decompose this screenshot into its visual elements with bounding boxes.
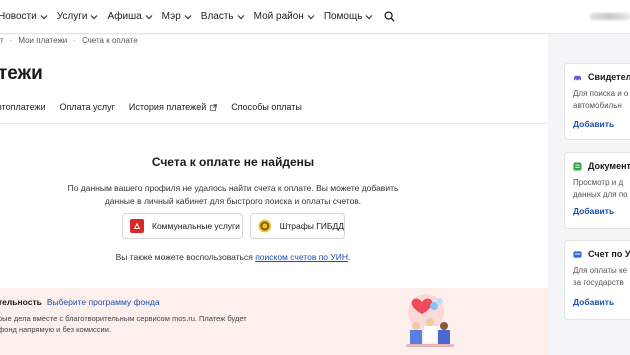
add-vehicle-cert-button[interactable]: Добавить bbox=[573, 119, 614, 129]
top-nav: Новости Услуги Афиша Мэр Власть Мой райо… bbox=[0, 0, 630, 34]
card-header: Документ bbox=[573, 161, 630, 171]
sidebar-card-uin-bill: Счет по УИ Для оплаты ке за государств До… bbox=[564, 240, 630, 320]
card-header: Счет по УИ bbox=[573, 249, 630, 259]
nav-item-my-district[interactable]: Мой район bbox=[254, 11, 315, 22]
chevron-down-icon bbox=[366, 14, 373, 19]
charity-line: фонд напрямую и без комиссии. bbox=[0, 325, 112, 334]
uin-hint-suffix: . bbox=[348, 252, 351, 262]
tab-label: История платежей bbox=[128, 102, 207, 112]
chevron-down-icon bbox=[145, 14, 153, 19]
chevron-down-icon bbox=[184, 14, 192, 19]
page-title: тежи bbox=[0, 63, 43, 84]
main-content: т · Мои платежи · Счета к оплате тежи вт… bbox=[0, 35, 548, 355]
tab-payment-methods[interactable]: Способы оплаты bbox=[231, 102, 302, 112]
add-uin-bill-button[interactable]: Добавить bbox=[573, 297, 614, 307]
add-documents-button[interactable]: Добавить bbox=[573, 206, 614, 216]
card-title: Счет по УИ bbox=[588, 249, 630, 259]
card-text: Для оплаты ке за государств bbox=[573, 265, 627, 289]
nav-item-mayor[interactable]: Мэр bbox=[162, 11, 192, 22]
traffic-fines-label: Штрафы ГИБДД bbox=[279, 221, 344, 231]
card-title: Документ bbox=[588, 161, 630, 171]
nav-item-label: Афиша bbox=[107, 11, 142, 22]
nav-item-label: Помощь bbox=[323, 11, 363, 22]
nav-item-government[interactable]: Власть bbox=[201, 11, 245, 22]
traffic-fines-button[interactable]: Штрафы ГИБДД bbox=[250, 213, 345, 239]
nav-item-label: Мэр bbox=[161, 11, 181, 22]
tab-autopayments[interactable]: втоплатежи bbox=[0, 102, 46, 112]
tab-label: Способы оплаты bbox=[231, 102, 302, 112]
chevron-down-icon bbox=[40, 14, 48, 19]
empty-desc-line: По данным вашего профиля не удалось найт… bbox=[67, 183, 399, 193]
card-text-line: Для поиска и о bbox=[573, 89, 629, 98]
external-link-icon bbox=[210, 103, 218, 111]
tab-label: Оплата услуг bbox=[59, 102, 115, 112]
nav-item-label: Власть bbox=[200, 11, 234, 22]
document-icon bbox=[573, 161, 582, 171]
nav-item-afisha[interactable]: Афиша bbox=[107, 11, 153, 22]
moscow-emblem-icon bbox=[130, 219, 144, 233]
breadcrumb-separator: · bbox=[9, 36, 13, 45]
tabs: втоплатежи Оплата услуг История платежей… bbox=[0, 102, 302, 112]
gibdd-emblem-icon bbox=[258, 219, 272, 233]
card-text: Просмотр и д данных для по bbox=[573, 177, 628, 201]
breadcrumb-item-current: Счета к оплате bbox=[81, 36, 138, 45]
nav-item-label: Новости bbox=[0, 11, 37, 22]
nav-item-services[interactable]: Услуги bbox=[57, 11, 99, 22]
tab-service-payment[interactable]: Оплата услуг bbox=[60, 102, 115, 112]
card-text: Для поиска и о автомобильн bbox=[573, 88, 628, 112]
charity-banner: тельность Выберите программу фонда рые де… bbox=[0, 288, 548, 355]
nav-item-label: Услуги bbox=[56, 11, 88, 22]
charity-program-link[interactable]: Выберите программу фонда bbox=[47, 297, 160, 307]
search-icon[interactable] bbox=[384, 11, 396, 22]
card-text-line: за государств bbox=[573, 278, 624, 287]
tab-payment-history[interactable]: История платежей bbox=[128, 102, 218, 112]
uin-search-link[interactable]: поиском счетов по УИН bbox=[255, 252, 348, 262]
sidebar-card-documents: Документ Просмотр и д данных для по Добав… bbox=[564, 152, 630, 229]
card-text-line: Просмотр и д bbox=[573, 178, 624, 187]
uin-search-hint: Вы также можете воспользоваться поиском … bbox=[0, 252, 466, 262]
bill-icon bbox=[573, 250, 582, 258]
nav-item-news[interactable]: Новости bbox=[0, 11, 48, 22]
user-menu[interactable] bbox=[590, 13, 630, 20]
utility-services-button[interactable]: Коммунальные услуги bbox=[122, 213, 243, 239]
empty-state-title: Счета к оплате не найдены bbox=[151, 155, 315, 169]
card-title: Свидетел bbox=[588, 72, 630, 82]
nav-item-help[interactable]: Помощь bbox=[324, 11, 374, 22]
chevron-down-icon bbox=[307, 14, 315, 19]
card-text-line: данных для по bbox=[573, 190, 628, 199]
breadcrumb: т · Мои платежи · Счета к оплате bbox=[0, 36, 138, 45]
breadcrumb-item[interactable]: т bbox=[0, 36, 4, 45]
card-text-line: автомобильн bbox=[573, 101, 622, 110]
page: Новости Услуги Афиша Мэр Власть Мой райо… bbox=[0, 0, 630, 355]
charity-description: рые дела вместе с благотворительным серв… bbox=[0, 313, 258, 335]
tabs-divider bbox=[0, 123, 548, 124]
charity-header: тельность Выберите программу фонда bbox=[0, 297, 160, 307]
breadcrumb-item[interactable]: Мои платежи bbox=[18, 36, 67, 45]
uin-hint-prefix: Вы также можете воспользоваться bbox=[115, 252, 256, 262]
car-icon bbox=[573, 75, 582, 81]
card-text-line: Для оплаты ке bbox=[573, 266, 628, 275]
empty-state-description: По данным вашего профиля не удалось найт… bbox=[56, 182, 410, 208]
charity-line: рые дела вместе с благотворительным серв… bbox=[0, 314, 247, 323]
utility-services-label: Коммунальные услуги bbox=[152, 221, 240, 231]
charity-illustration bbox=[406, 294, 454, 347]
charity-title: тельность bbox=[0, 297, 42, 307]
sidebar-card-vehicle-cert: Свидетел Для поиска и о автомобильн Добав… bbox=[564, 63, 630, 140]
tab-label: втоплатежи bbox=[0, 102, 46, 112]
empty-desc-line: данные в личный кабинет для быстрого пои… bbox=[104, 196, 362, 206]
chevron-down-icon bbox=[91, 14, 98, 19]
breadcrumb-separator: · bbox=[73, 36, 76, 45]
chevron-down-icon bbox=[237, 14, 245, 19]
card-header: Свидетел bbox=[573, 72, 630, 82]
nav-item-label: Мой район bbox=[253, 11, 304, 22]
